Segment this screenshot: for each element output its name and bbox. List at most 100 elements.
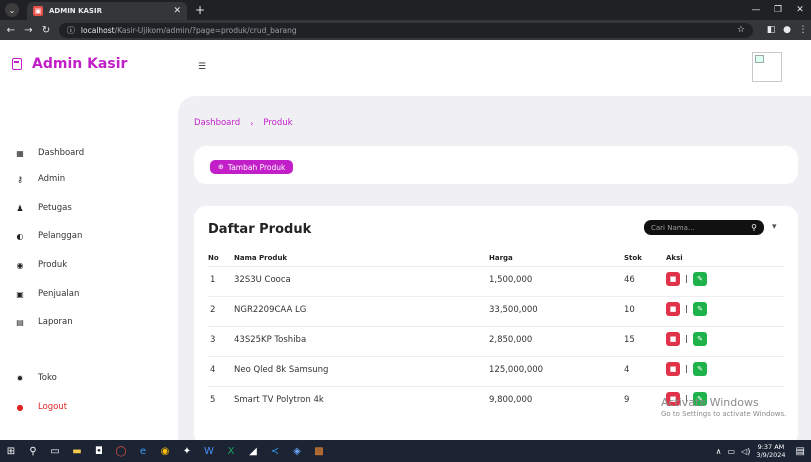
product-icon: ◉ xyxy=(16,260,24,270)
edge-icon[interactable]: e xyxy=(132,440,154,462)
sidebar-item-dashboard[interactable]: ▦ Dashboard xyxy=(14,146,84,160)
edit-icon: ✎ xyxy=(697,335,703,343)
delete-button[interactable]: ■ xyxy=(666,332,680,346)
main-content: Dashboard › Produk ⊕ Tambah Produk Dafta… xyxy=(178,96,811,446)
action-separator xyxy=(686,335,687,343)
word-icon[interactable]: W xyxy=(198,440,220,462)
edit-button[interactable]: ✎ xyxy=(693,302,707,316)
cell-name: NGR2209CAA LG xyxy=(234,305,307,315)
gear-icon: ✹ xyxy=(16,373,24,383)
brand-title: Admin Kasir xyxy=(32,56,128,72)
user-avatar[interactable] xyxy=(752,52,782,82)
cell-name: Smart TV Polytron 4k xyxy=(234,395,324,405)
clock[interactable]: 9:37 AM 3/9/2024 xyxy=(756,443,785,459)
browser-tab-bar: ⌄ ▣ ADMIN KASIR ✕ + — ❐ ✕ xyxy=(0,0,811,20)
sidebar-item-petugas[interactable]: ♟ Petugas xyxy=(14,201,71,215)
browser-address-bar: ← → ↻ ⓘ localhost/Kasir-Ujikom/admin/?pa… xyxy=(0,20,811,40)
sidebar-item-produk[interactable]: ◉ Produk xyxy=(14,258,68,272)
sidebar-item-label: Laporan xyxy=(38,317,73,327)
sidepanel-icon[interactable]: ◧ xyxy=(763,25,779,35)
taskbar-search-icon[interactable]: ⚲ xyxy=(22,440,44,462)
menu-toggle-icon[interactable]: ☰ xyxy=(198,62,206,72)
brand[interactable]: Admin Kasir xyxy=(12,56,127,72)
product-list-title: Daftar Produk xyxy=(208,222,312,237)
window-close-icon[interactable]: ✕ xyxy=(789,5,811,15)
trash-icon: ■ xyxy=(669,335,677,343)
top-header: ☰ xyxy=(178,40,811,96)
reload-icon[interactable]: ↻ xyxy=(39,25,53,36)
add-product-button[interactable]: ⊕ Tambah Produk xyxy=(210,160,294,174)
table-row: 4 Neo Qled 8k Samsung 125,000,000 4 ■ ✎ xyxy=(194,356,798,384)
sidebar-item-label: Toko xyxy=(38,373,57,383)
cell-name: 43S25KP Toshiba xyxy=(234,335,307,345)
notification-icon[interactable]: ▤ xyxy=(796,446,805,457)
app-icon[interactable]: ✦ xyxy=(176,440,198,462)
file-explorer-icon[interactable]: ▬ xyxy=(66,440,88,462)
opera-icon[interactable]: ◯ xyxy=(110,440,132,462)
sidebar-item-laporan[interactable]: ▤ Laporan xyxy=(14,315,73,329)
key-icon: ⚷ xyxy=(17,174,23,184)
edit-button[interactable]: ✎ xyxy=(693,272,707,286)
edit-button[interactable]: ✎ xyxy=(693,362,707,376)
bookmark-star-icon[interactable]: ☆ xyxy=(737,25,745,35)
delete-button[interactable]: ■ xyxy=(666,272,680,286)
windows-start-icon[interactable]: ⊞ xyxy=(0,440,22,462)
app-icon[interactable]: ◢ xyxy=(242,440,264,462)
edit-button[interactable]: ✎ xyxy=(693,332,707,346)
sidebar-item-pelanggan[interactable]: ◐ Pelanggan xyxy=(14,229,83,243)
sidebar-item-admin[interactable]: ⚷ Admin xyxy=(14,172,65,186)
table-row: 1 32S3U Cooca 1,500,000 46 ■ ✎ xyxy=(194,266,798,294)
back-icon[interactable]: ← xyxy=(4,25,18,36)
search-input[interactable] xyxy=(651,223,746,232)
network-icon[interactable]: ▭ xyxy=(728,447,736,456)
breadcrumb-dashboard-link[interactable]: Dashboard xyxy=(194,118,240,128)
search-icon[interactable]: ⚲ xyxy=(751,223,757,232)
row-actions: ■ ✎ xyxy=(666,272,707,286)
add-product-label: Tambah Produk xyxy=(227,162,286,172)
sales-icon: ▣ xyxy=(16,289,24,299)
add-icon: ⊕ xyxy=(218,163,224,171)
tray-chevron-icon[interactable]: ∧ xyxy=(716,447,722,456)
sidebar-item-label: Logout xyxy=(38,402,68,412)
volume-icon[interactable]: ◁) xyxy=(741,447,750,456)
new-tab-icon[interactable]: + xyxy=(195,3,205,17)
url-field[interactable]: ⓘ localhost/Kasir-Ujikom/admin/?page=pro… xyxy=(58,22,753,38)
cell-stock: 15 xyxy=(624,335,635,345)
filter-icon[interactable]: ▾ xyxy=(772,222,777,232)
sidebar-item-label: Penjualan xyxy=(38,289,80,299)
cell-name: Neo Qled 8k Samsung xyxy=(234,365,329,375)
store-icon[interactable]: ◘ xyxy=(88,440,110,462)
breadcrumb-chevron-icon: › xyxy=(250,118,254,128)
search-box: ⚲ xyxy=(644,220,764,235)
minimize-icon[interactable]: — xyxy=(745,5,767,15)
edit-icon: ✎ xyxy=(697,275,703,283)
cell-name: 32S3U Cooca xyxy=(234,275,291,285)
sidebar-item-logout[interactable]: ● Logout xyxy=(14,400,68,414)
vscode-icon[interactable]: ≺ xyxy=(264,440,286,462)
column-header-no: No xyxy=(208,254,219,262)
sidebar-item-toko[interactable]: ✹ Toko xyxy=(14,371,57,385)
site-info-icon[interactable]: ⓘ xyxy=(67,25,75,36)
dashboard-grid-icon: ▦ xyxy=(16,148,24,158)
excel-icon[interactable]: X xyxy=(220,440,242,462)
calculator-icon xyxy=(12,58,22,70)
sidebar-item-penjualan[interactable]: ▣ Penjualan xyxy=(14,287,79,301)
cell-stock: 9 xyxy=(624,395,630,405)
cell-no: 3 xyxy=(210,335,216,345)
menu-dots-icon[interactable]: ⋮ xyxy=(795,25,811,35)
app-icon[interactable]: ◈ xyxy=(286,440,308,462)
action-separator xyxy=(686,275,687,283)
maximize-icon[interactable]: ❐ xyxy=(767,5,789,15)
tab-search-chevron-icon[interactable]: ⌄ xyxy=(5,3,19,17)
profile-icon[interactable]: ● xyxy=(779,25,795,35)
tab-close-icon[interactable]: ✕ xyxy=(173,6,181,16)
delete-button[interactable]: ■ xyxy=(666,362,680,376)
chrome-icon[interactable]: ◉ xyxy=(154,440,176,462)
delete-button[interactable]: ■ xyxy=(666,302,680,316)
row-actions: ■ ✎ xyxy=(666,332,707,346)
forward-icon[interactable]: → xyxy=(22,25,36,36)
xampp-icon[interactable]: ▩ xyxy=(308,440,330,462)
browser-tab[interactable]: ▣ ADMIN KASIR ✕ xyxy=(27,2,187,20)
logout-icon: ● xyxy=(16,402,24,412)
task-view-icon[interactable]: ▭ xyxy=(44,440,66,462)
